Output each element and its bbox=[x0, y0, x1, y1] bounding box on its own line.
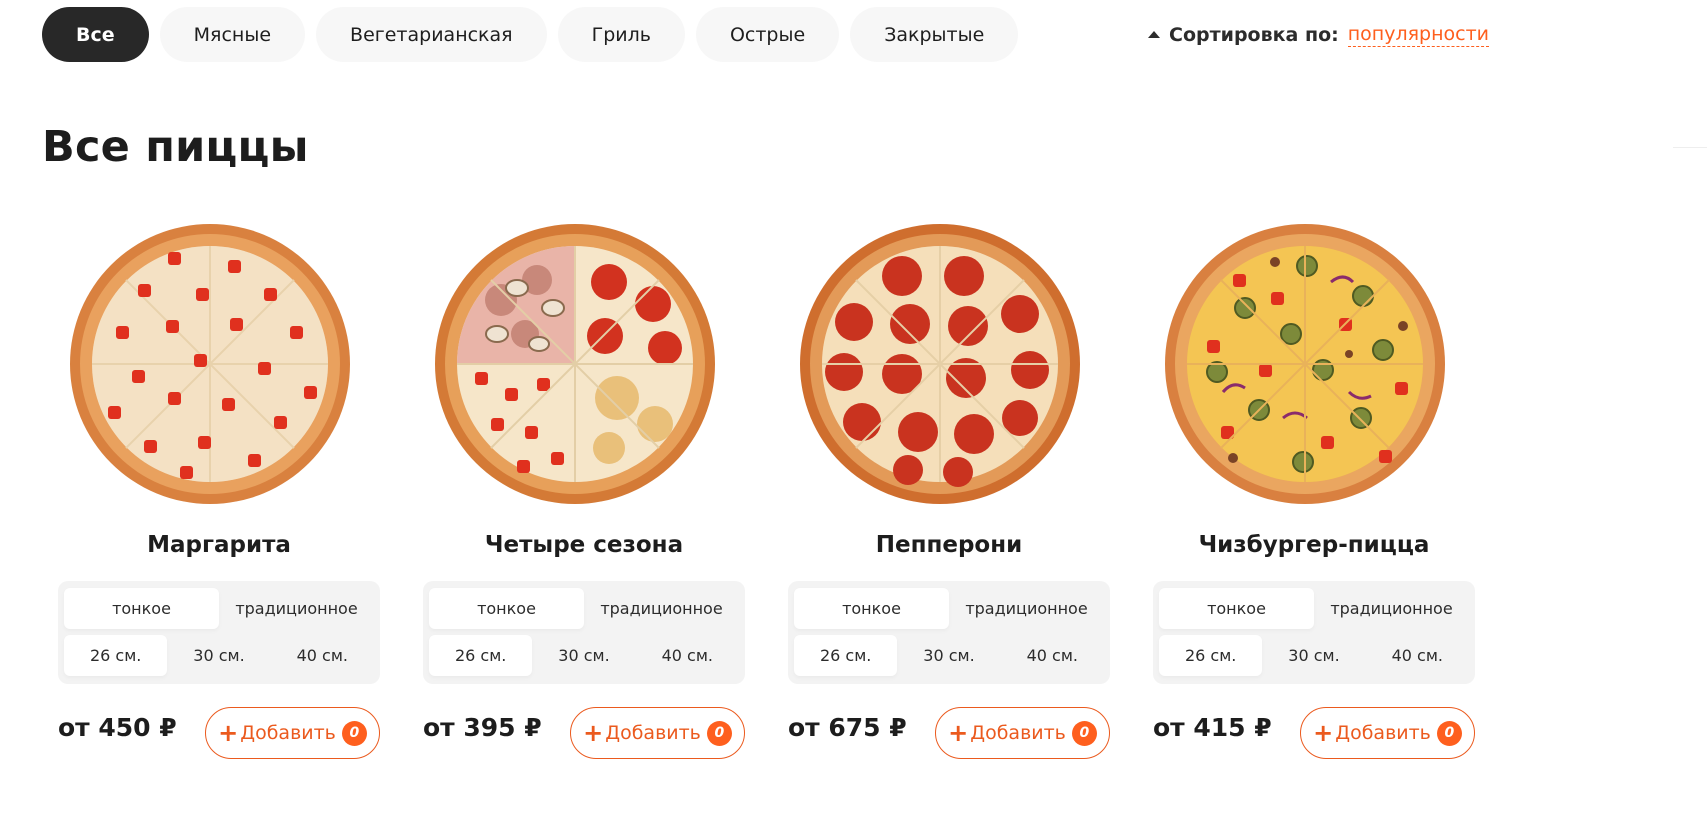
category-meat[interactable]: Мясные bbox=[159, 7, 306, 62]
pizza-name: Четыре сезона bbox=[484, 532, 684, 558]
plus-icon: + bbox=[948, 719, 969, 747]
sort-control: Сортировка по: популярности bbox=[1148, 7, 1489, 62]
pizza-name: Чизбургер-пицца bbox=[1198, 532, 1430, 558]
dough-thin-option[interactable]: тонкое bbox=[1159, 588, 1314, 629]
size-30-option[interactable]: 30 см. bbox=[1262, 635, 1365, 676]
pizza-price: от 395 ₽ bbox=[423, 713, 542, 742]
add-button-label: Добавить bbox=[970, 722, 1066, 744]
dough-thin-option[interactable]: тонкое bbox=[794, 588, 949, 629]
add-button-label: Добавить bbox=[1335, 722, 1431, 744]
category-spicy[interactable]: Острые bbox=[695, 7, 840, 62]
dough-traditional-option[interactable]: традиционное bbox=[584, 588, 739, 629]
pizza-price: от 415 ₽ bbox=[1153, 713, 1272, 742]
plus-icon: + bbox=[583, 719, 604, 747]
dough-type-selector: тонкое традиционное bbox=[429, 588, 739, 629]
category-all[interactable]: Все bbox=[42, 7, 149, 62]
size-40-option[interactable]: 40 см. bbox=[1001, 635, 1104, 676]
dough-traditional-option[interactable]: традиционное bbox=[1314, 588, 1469, 629]
add-button-label: Добавить bbox=[605, 722, 701, 744]
dough-thin-option[interactable]: тонкое bbox=[429, 588, 584, 629]
dough-traditional-option[interactable]: традиционное bbox=[949, 588, 1104, 629]
size-selector: 26 см. 30 см. 40 см. bbox=[794, 635, 1104, 676]
category-grill[interactable]: Гриль bbox=[557, 7, 685, 62]
size-30-option[interactable]: 30 см. bbox=[532, 635, 635, 676]
add-to-cart-button[interactable]: + Добавить 0 bbox=[1300, 707, 1475, 759]
dough-traditional-option[interactable]: традиционное bbox=[219, 588, 374, 629]
page-title: Все пиццы bbox=[42, 122, 309, 172]
size-selector: 26 см. 30 см. 40 см. bbox=[1159, 635, 1469, 676]
dough-type-selector: тонкое традиционное bbox=[794, 588, 1104, 629]
dough-thin-option[interactable]: тонкое bbox=[64, 588, 219, 629]
size-26-option[interactable]: 26 см. bbox=[429, 635, 533, 676]
top-bar: Все Мясные Вегетарианская Гриль Острые З… bbox=[42, 7, 1707, 62]
dough-type-selector: тонкое традиционное bbox=[64, 588, 374, 629]
pizza-margherita-image bbox=[68, 222, 352, 506]
size-40-option[interactable]: 40 см. bbox=[636, 635, 739, 676]
pizza-options: тонкое традиционное 26 см. 30 см. 40 см. bbox=[58, 581, 380, 684]
sort-arrow-up-icon[interactable] bbox=[1148, 31, 1161, 38]
add-button-label: Добавить bbox=[240, 722, 336, 744]
pizza-price: от 450 ₽ bbox=[58, 713, 177, 742]
pizza-pepperoni-image bbox=[798, 222, 1082, 506]
dough-type-selector: тонкое традиционное bbox=[1159, 588, 1469, 629]
size-26-option[interactable]: 26 см. bbox=[64, 635, 168, 676]
size-30-option[interactable]: 30 см. bbox=[897, 635, 1000, 676]
cart-count-badge: 0 bbox=[1436, 720, 1462, 746]
pizza-cheeseburger-image bbox=[1163, 222, 1447, 506]
sort-label: Сортировка по: bbox=[1169, 23, 1339, 46]
size-selector: 26 см. 30 см. 40 см. bbox=[64, 635, 374, 676]
pizza-options: тонкое традиционное 26 см. 30 см. 40 см. bbox=[1153, 581, 1475, 684]
add-to-cart-button[interactable]: + Добавить 0 bbox=[935, 707, 1110, 759]
cart-count-badge: 0 bbox=[341, 720, 367, 746]
plus-icon: + bbox=[218, 719, 239, 747]
size-26-option[interactable]: 26 см. bbox=[1159, 635, 1263, 676]
plus-icon: + bbox=[1313, 719, 1334, 747]
size-selector: 26 см. 30 см. 40 см. bbox=[429, 635, 739, 676]
size-40-option[interactable]: 40 см. bbox=[1366, 635, 1469, 676]
size-30-option[interactable]: 30 см. bbox=[167, 635, 270, 676]
cart-count-badge: 0 bbox=[706, 720, 732, 746]
sort-value-dropdown[interactable]: популярности bbox=[1347, 23, 1489, 47]
pizza-price: от 675 ₽ bbox=[788, 713, 907, 742]
divider bbox=[1673, 147, 1707, 148]
add-to-cart-button[interactable]: + Добавить 0 bbox=[205, 707, 380, 759]
size-26-option[interactable]: 26 см. bbox=[794, 635, 898, 676]
category-closed[interactable]: Закрытые bbox=[850, 7, 1019, 62]
category-vegetarian[interactable]: Вегетарианская bbox=[316, 7, 547, 62]
size-40-option[interactable]: 40 см. bbox=[271, 635, 374, 676]
pizza-options: тонкое традиционное 26 см. 30 см. 40 см. bbox=[788, 581, 1110, 684]
cart-count-badge: 0 bbox=[1071, 720, 1097, 746]
pizza-name: Пепперони bbox=[875, 532, 1023, 558]
pizza-four-seasons-image bbox=[433, 222, 717, 506]
add-to-cart-button[interactable]: + Добавить 0 bbox=[570, 707, 745, 759]
pizza-options: тонкое традиционное 26 см. 30 см. 40 см. bbox=[423, 581, 745, 684]
pizza-name: Маргарита bbox=[147, 532, 291, 558]
